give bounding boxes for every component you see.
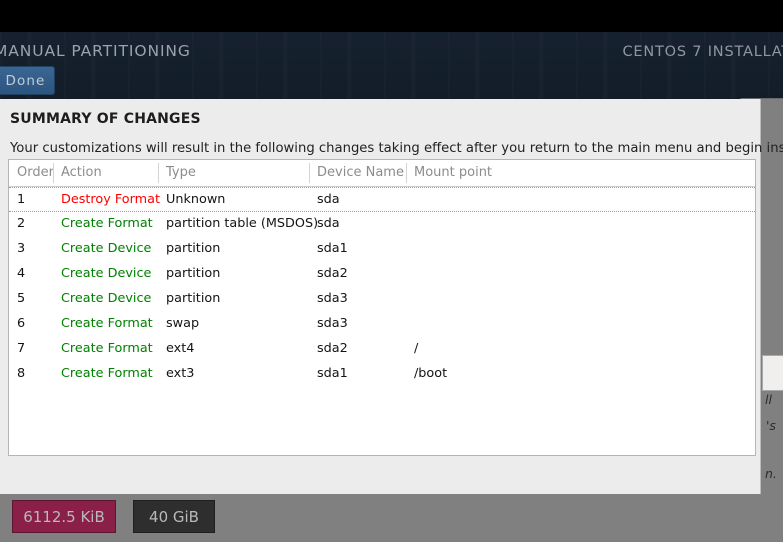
- background-text-fragment: 's: [766, 418, 776, 433]
- cell-order: 6: [17, 316, 26, 331]
- cell-order: 7: [17, 341, 26, 356]
- cell-order: 5: [17, 291, 26, 306]
- column-divider: [406, 163, 407, 183]
- cell-action: Destroy Format: [61, 192, 160, 207]
- cell-device: sda2: [317, 341, 348, 356]
- cell-order: 8: [17, 366, 26, 381]
- table-row[interactable]: 1 Destroy Format Unknown sda: [9, 187, 755, 212]
- background-text-fragment: n.: [765, 466, 777, 481]
- cell-action: Create Device: [61, 266, 152, 281]
- dialog-description: Your customizations will result in the f…: [10, 141, 783, 156]
- cell-action: Create Format: [61, 216, 153, 231]
- cell-type: swap: [166, 316, 200, 331]
- table-header-row: Order Action Type Device Name Mount point: [9, 160, 755, 187]
- page-title: MANUAL PARTITIONING: [0, 42, 191, 60]
- column-header[interactable]: Device Name: [317, 165, 404, 180]
- table-row[interactable]: 7 Create Format ext4 sda2 /: [9, 337, 755, 362]
- cell-device: sda: [317, 192, 340, 207]
- column-header[interactable]: Type: [166, 165, 196, 180]
- cell-device: sda1: [317, 241, 348, 256]
- cell-device: sda3: [317, 316, 348, 331]
- column-divider: [309, 163, 310, 183]
- table-row[interactable]: 8 Create Format ext3 sda1/boot: [9, 362, 755, 387]
- cell-type: partition: [166, 291, 221, 306]
- summary-of-changes-dialog: SUMMARY OF CHANGES Your customizations w…: [0, 99, 783, 494]
- cell-device: sda: [317, 216, 340, 231]
- dialog-title: SUMMARY OF CHANGES: [10, 111, 201, 127]
- cell-mount: /boot: [414, 366, 448, 381]
- table-row[interactable]: 4 Create Device partition sda2: [9, 262, 755, 287]
- capacity-total-label: 40 GiB: [149, 507, 199, 526]
- cell-type: ext3: [166, 366, 195, 381]
- cell-order: 1: [17, 192, 26, 207]
- column-divider: [53, 163, 54, 183]
- capacity-badge-total: 40 GiB: [133, 500, 215, 533]
- cell-type: partition: [166, 241, 221, 256]
- table-row[interactable]: 2 Create Format partition table (MSDOS) sda: [9, 212, 755, 237]
- top-black-bar: [0, 0, 783, 32]
- cell-device: sda1: [317, 366, 348, 381]
- app-header: MANUAL PARTITIONING CENTOS 7 INSTALLATIO…: [0, 32, 783, 99]
- table-row[interactable]: 6 Create Format swap sda3: [9, 312, 755, 337]
- column-divider: [158, 163, 159, 183]
- capacity-badge-free: 6112.5 KiB: [12, 500, 116, 533]
- cell-order: 3: [17, 241, 26, 256]
- background-window-button: [762, 355, 783, 391]
- product-label: CENTOS 7 INSTALLATION: [622, 44, 783, 60]
- cell-type: Unknown: [166, 192, 226, 207]
- cell-type: ext4: [166, 341, 195, 356]
- done-button[interactable]: Done: [0, 66, 55, 95]
- cell-action: Create Device: [61, 291, 152, 306]
- installer-screen: MANUAL PARTITIONING CENTOS 7 INSTALLATIO…: [0, 0, 783, 542]
- cell-order: 2: [17, 216, 26, 231]
- cell-action: Create Format: [61, 316, 153, 331]
- changes-table: Order Action Type Device Name Mount point 1 D…: [8, 159, 756, 456]
- column-header[interactable]: Mount point: [414, 165, 492, 180]
- table-row[interactable]: 3 Create Device partition sda1: [9, 237, 755, 262]
- bottom-status-bar: 6112.5 KiB 40 GiB: [0, 494, 783, 542]
- cell-device: sda3: [317, 291, 348, 306]
- cell-order: 4: [17, 266, 26, 281]
- done-button-label: Done: [5, 72, 46, 89]
- cell-action: Create Format: [61, 366, 153, 381]
- column-header[interactable]: Order: [17, 165, 54, 180]
- background-window-strip: [760, 99, 783, 494]
- cell-type: partition: [166, 266, 221, 281]
- capacity-free-label: 6112.5 KiB: [23, 507, 105, 526]
- column-header[interactable]: Action: [61, 165, 102, 180]
- background-text-fragment: ll: [765, 392, 772, 407]
- cell-type: partition table (MSDOS): [166, 216, 319, 231]
- cell-mount: /: [414, 341, 419, 356]
- cell-action: Create Format: [61, 341, 153, 356]
- table-body: 1 Destroy Format Unknown sda 2 Create Format p…: [9, 187, 755, 387]
- cell-device: sda2: [317, 266, 348, 281]
- table-row[interactable]: 5 Create Device partition sda3: [9, 287, 755, 312]
- cell-action: Create Device: [61, 241, 152, 256]
